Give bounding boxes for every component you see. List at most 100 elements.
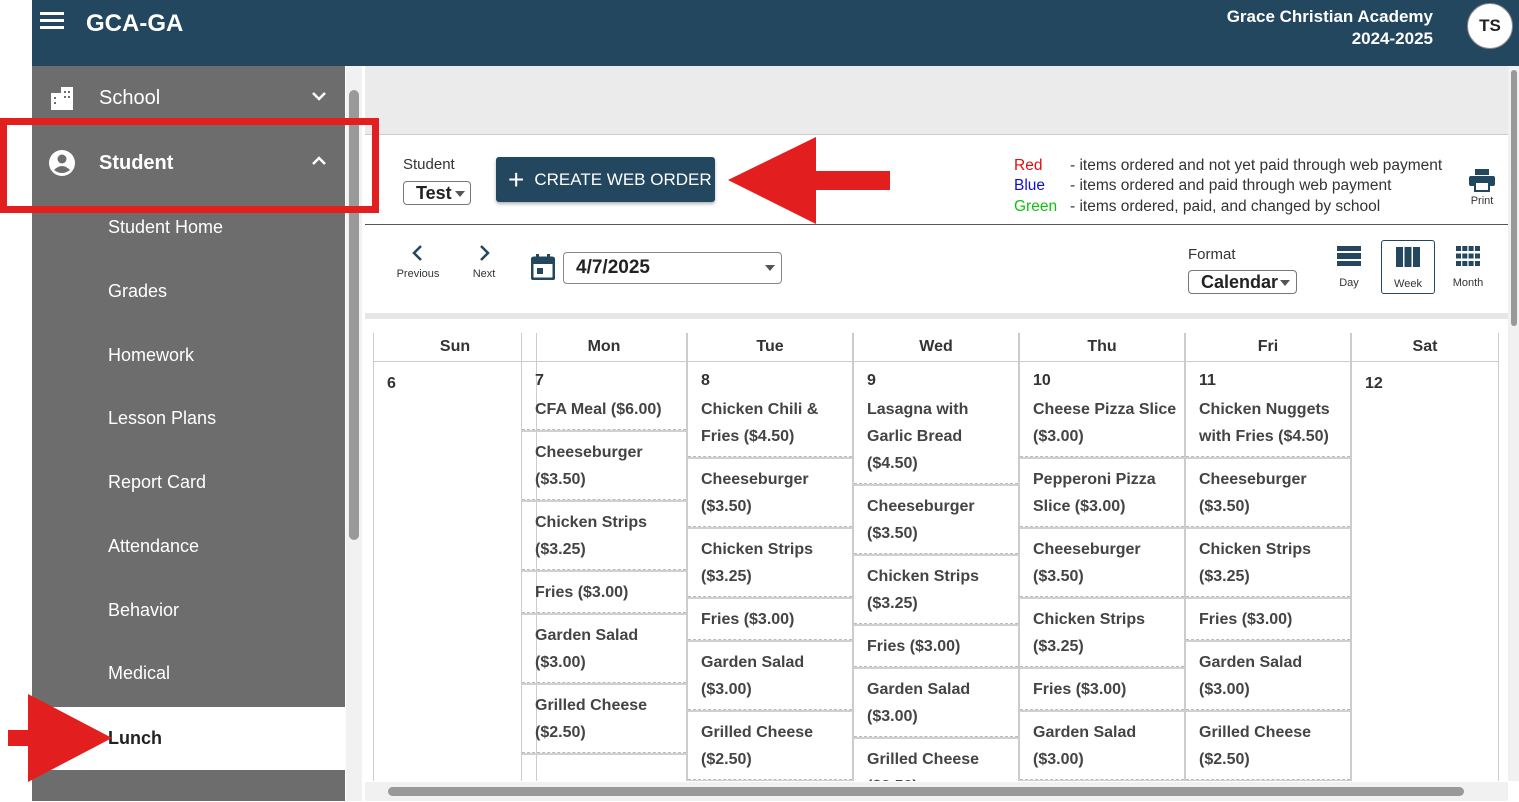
top-bar: GCA-GA Grace Christian Academy 2024-2025…	[32, 0, 1519, 66]
menu-item[interactable]: Grilled Cheese ($2.50)	[854, 740, 1018, 781]
menu-item[interactable]: Chicken Strips ($3.25)	[522, 503, 686, 570]
menu-item[interactable]: Fries ($3.00)	[854, 627, 1018, 667]
day-header: Fri	[1186, 333, 1350, 362]
menu-item[interactable]: Fries ($3.00)	[688, 600, 852, 640]
week-view-icon	[1396, 247, 1420, 267]
sidebar-item-label: Lunch	[108, 728, 162, 748]
legend-text: - items ordered, paid, and changed by sc…	[1070, 198, 1381, 215]
calendar-icon[interactable]	[531, 254, 555, 280]
view-month-label: Month	[1452, 277, 1484, 289]
calendar-day-column: Thu 10 Cheese Pizza Slice ($3.00) Pepper…	[1019, 333, 1185, 781]
sidebar-item-grades[interactable]: Grades	[32, 260, 345, 324]
sidebar-item-behavior[interactable]: Behavior	[32, 579, 345, 643]
format-select[interactable]: Calendar	[1188, 270, 1297, 294]
sidebar-item-report-card[interactable]: Report Card	[32, 451, 345, 515]
page-scroll-thumb[interactable]	[1511, 70, 1517, 326]
view-month-button[interactable]: Month	[1441, 240, 1495, 294]
previous-button[interactable]: Previous	[393, 244, 443, 280]
print-button[interactable]: Print	[1466, 168, 1498, 207]
printer-icon	[1469, 169, 1495, 192]
menu-item[interactable]: Cheese Pizza Slice ($3.00)	[1020, 390, 1184, 457]
building-icon	[51, 87, 73, 110]
previous-label: Previous	[396, 268, 440, 280]
menu-item[interactable]: Fries ($3.00)	[522, 573, 686, 613]
sidebar-item-label: Attendance	[108, 536, 200, 556]
view-week-button[interactable]: Week	[1381, 240, 1435, 294]
divider	[365, 313, 1508, 319]
hamburger-menu-icon[interactable]	[40, 12, 64, 32]
menu-item[interactable]: Garden Salad ($3.00)	[1020, 713, 1184, 780]
sidebar-item-homework[interactable]: Homework	[32, 324, 345, 388]
menu-item[interactable]: Cheeseburger ($3.50)	[1020, 530, 1184, 597]
day-header: Mon	[522, 333, 686, 362]
sidebar-item-attendance[interactable]: Attendance	[32, 515, 345, 579]
app-name: GCA-GA	[86, 10, 184, 37]
student-select-value: Test	[416, 183, 452, 203]
sidebar-item-lesson-plans[interactable]: Lesson Plans	[32, 387, 345, 451]
next-button[interactable]: Next	[459, 244, 509, 280]
menu-item[interactable]: Garden Salad ($3.00)	[854, 670, 1018, 737]
dropdown-arrow-icon	[455, 191, 465, 197]
school-info: Grace Christian Academy 2024-2025	[1227, 6, 1433, 50]
main-header-strip	[365, 66, 1508, 134]
print-label: Print	[1470, 195, 1494, 207]
menu-item[interactable]: Garden Salad ($3.00)	[522, 616, 686, 683]
calendar-day-column: Wed 9 Lasagna with Garlic Bread ($4.50) …	[853, 333, 1019, 781]
menu-item[interactable]: Chicken Chili & Fries ($4.50)	[688, 390, 852, 457]
week-calendar: Sun 6 Mon 7 CFA Meal ($6.00) Cheeseburge…	[373, 333, 1499, 781]
date-value: 4/7/2025	[576, 257, 650, 278]
menu-item[interactable]: Garden Salad ($3.00)	[1186, 643, 1350, 710]
menu-item[interactable]: Chicken Strips ($3.25)	[1186, 530, 1350, 597]
sidebar-item-label: Medical	[108, 663, 171, 683]
chevron-left-icon	[412, 245, 422, 261]
sidebar-item-label: Report Card	[108, 472, 207, 492]
menu-item[interactable]: Grilled Cheese ($2.50)	[522, 686, 686, 753]
calendar-day-column: Fri 11 Chicken Nuggets with Fries ($4.50…	[1185, 333, 1351, 781]
dropdown-arrow-icon	[1280, 280, 1290, 286]
create-web-order-button[interactable]: + CREATE WEB ORDER	[496, 157, 715, 202]
menu-item[interactable]: Grilled Cheese ($2.50)	[1186, 713, 1350, 780]
menu-item[interactable]: Cheeseburger ($3.50)	[688, 460, 852, 527]
arrow-annotation-icon	[728, 137, 890, 224]
menu-item[interactable]: Cheeseburger ($3.50)	[522, 433, 686, 500]
divider	[365, 224, 1508, 225]
highlight-box	[0, 118, 379, 213]
menu-item[interactable]: Fries ($3.00)	[1186, 600, 1350, 640]
menu-item[interactable]: CFA Meal ($6.00)	[522, 390, 686, 430]
view-week-label: Week	[1394, 278, 1422, 290]
menu-item[interactable]: Garden Salad ($3.00)	[688, 643, 852, 710]
menu-item[interactable]: Grilled Cheese ($2.50)	[688, 713, 852, 780]
calendar-day-column: Tue 8 Chicken Chili & Fries ($4.50) Chee…	[687, 333, 853, 781]
legend-text: - items ordered and paid through web pay…	[1070, 177, 1392, 194]
menu-item[interactable]: Fries ($3.00)	[1020, 670, 1184, 710]
create-web-order-label: CREATE WEB ORDER	[534, 169, 712, 189]
menu-item[interactable]: Pepperoni Pizza Slice ($3.00)	[1020, 460, 1184, 527]
chevron-down-icon	[312, 92, 326, 101]
calendar-day-column: Mon 7 CFA Meal ($6.00) Cheeseburger ($3.…	[521, 333, 687, 781]
sidebar-item-label: Grades	[108, 281, 168, 301]
menu-item[interactable]: Lasagna with Garlic Bread ($4.50)	[854, 390, 1018, 484]
menu-item[interactable]: Cheeseburger ($3.50)	[1186, 460, 1350, 527]
menu-item[interactable]: Chicken Nuggets with Fries ($4.50)	[1186, 390, 1350, 457]
dropdown-arrow-icon	[765, 265, 775, 271]
sidebar-section-label: School	[99, 86, 161, 109]
horizontal-scroll-thumb[interactable]	[388, 787, 1464, 796]
sidebar-item-label: Lesson Plans	[108, 408, 217, 428]
menu-item[interactable]: Chicken Strips ($3.25)	[854, 557, 1018, 624]
student-select-label: Student	[403, 156, 455, 173]
calendar-day-column: Sun 6	[373, 333, 537, 781]
view-day-button[interactable]: Day	[1322, 240, 1376, 294]
plus-icon: +	[508, 163, 525, 195]
avatar[interactable]: TS	[1467, 3, 1513, 49]
student-select[interactable]: Test	[403, 181, 471, 205]
day-number: 9	[867, 372, 876, 389]
menu-item[interactable]: Chicken Strips ($3.25)	[688, 530, 852, 597]
day-header: Wed	[854, 333, 1018, 362]
menu-item[interactable]: Cheeseburger ($3.50)	[854, 487, 1018, 554]
menu-item[interactable]: Chicken Strips ($3.25)	[1020, 600, 1184, 667]
date-picker-input[interactable]: 4/7/2025	[563, 252, 782, 284]
legend-color-name: Red	[1014, 157, 1043, 174]
day-header: Thu	[1020, 333, 1184, 362]
legend-row-blue: Blue - items ordered and paid through web…	[1014, 177, 1391, 195]
sidebar-item-label: Student Home	[108, 217, 224, 237]
